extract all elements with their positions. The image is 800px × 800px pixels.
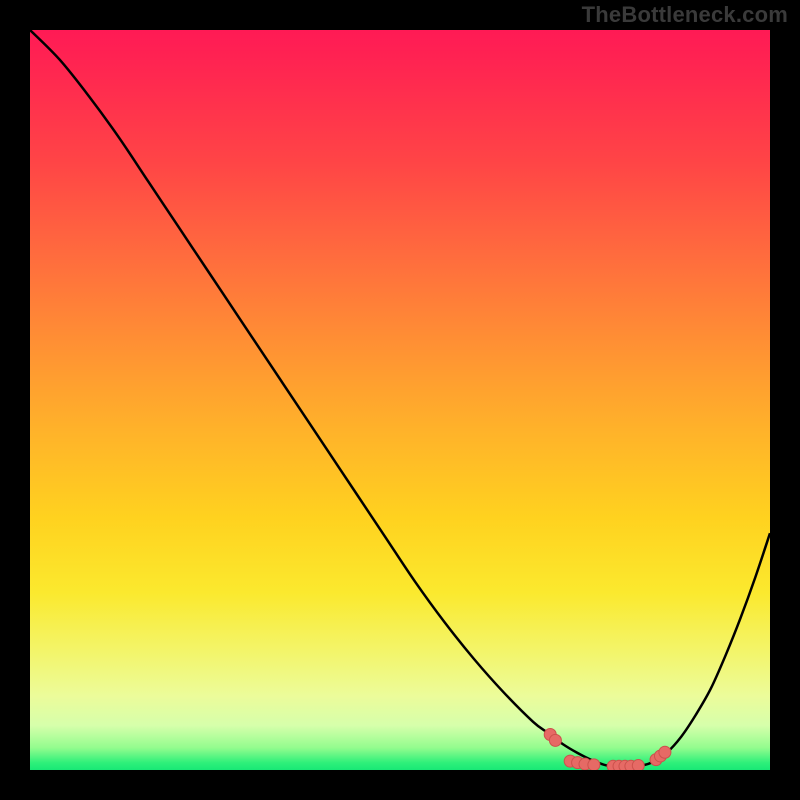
bottleneck-curve	[30, 30, 770, 770]
curve-line	[30, 30, 770, 767]
curve-marker	[588, 759, 600, 770]
curve-marker	[549, 734, 561, 746]
curve-marker	[659, 746, 671, 758]
watermark-text: TheBottleneck.com	[582, 2, 788, 28]
chart-frame: TheBottleneck.com	[0, 0, 800, 800]
curve-markers	[544, 728, 671, 770]
plot-area	[30, 30, 770, 770]
curve-marker	[632, 760, 644, 770]
